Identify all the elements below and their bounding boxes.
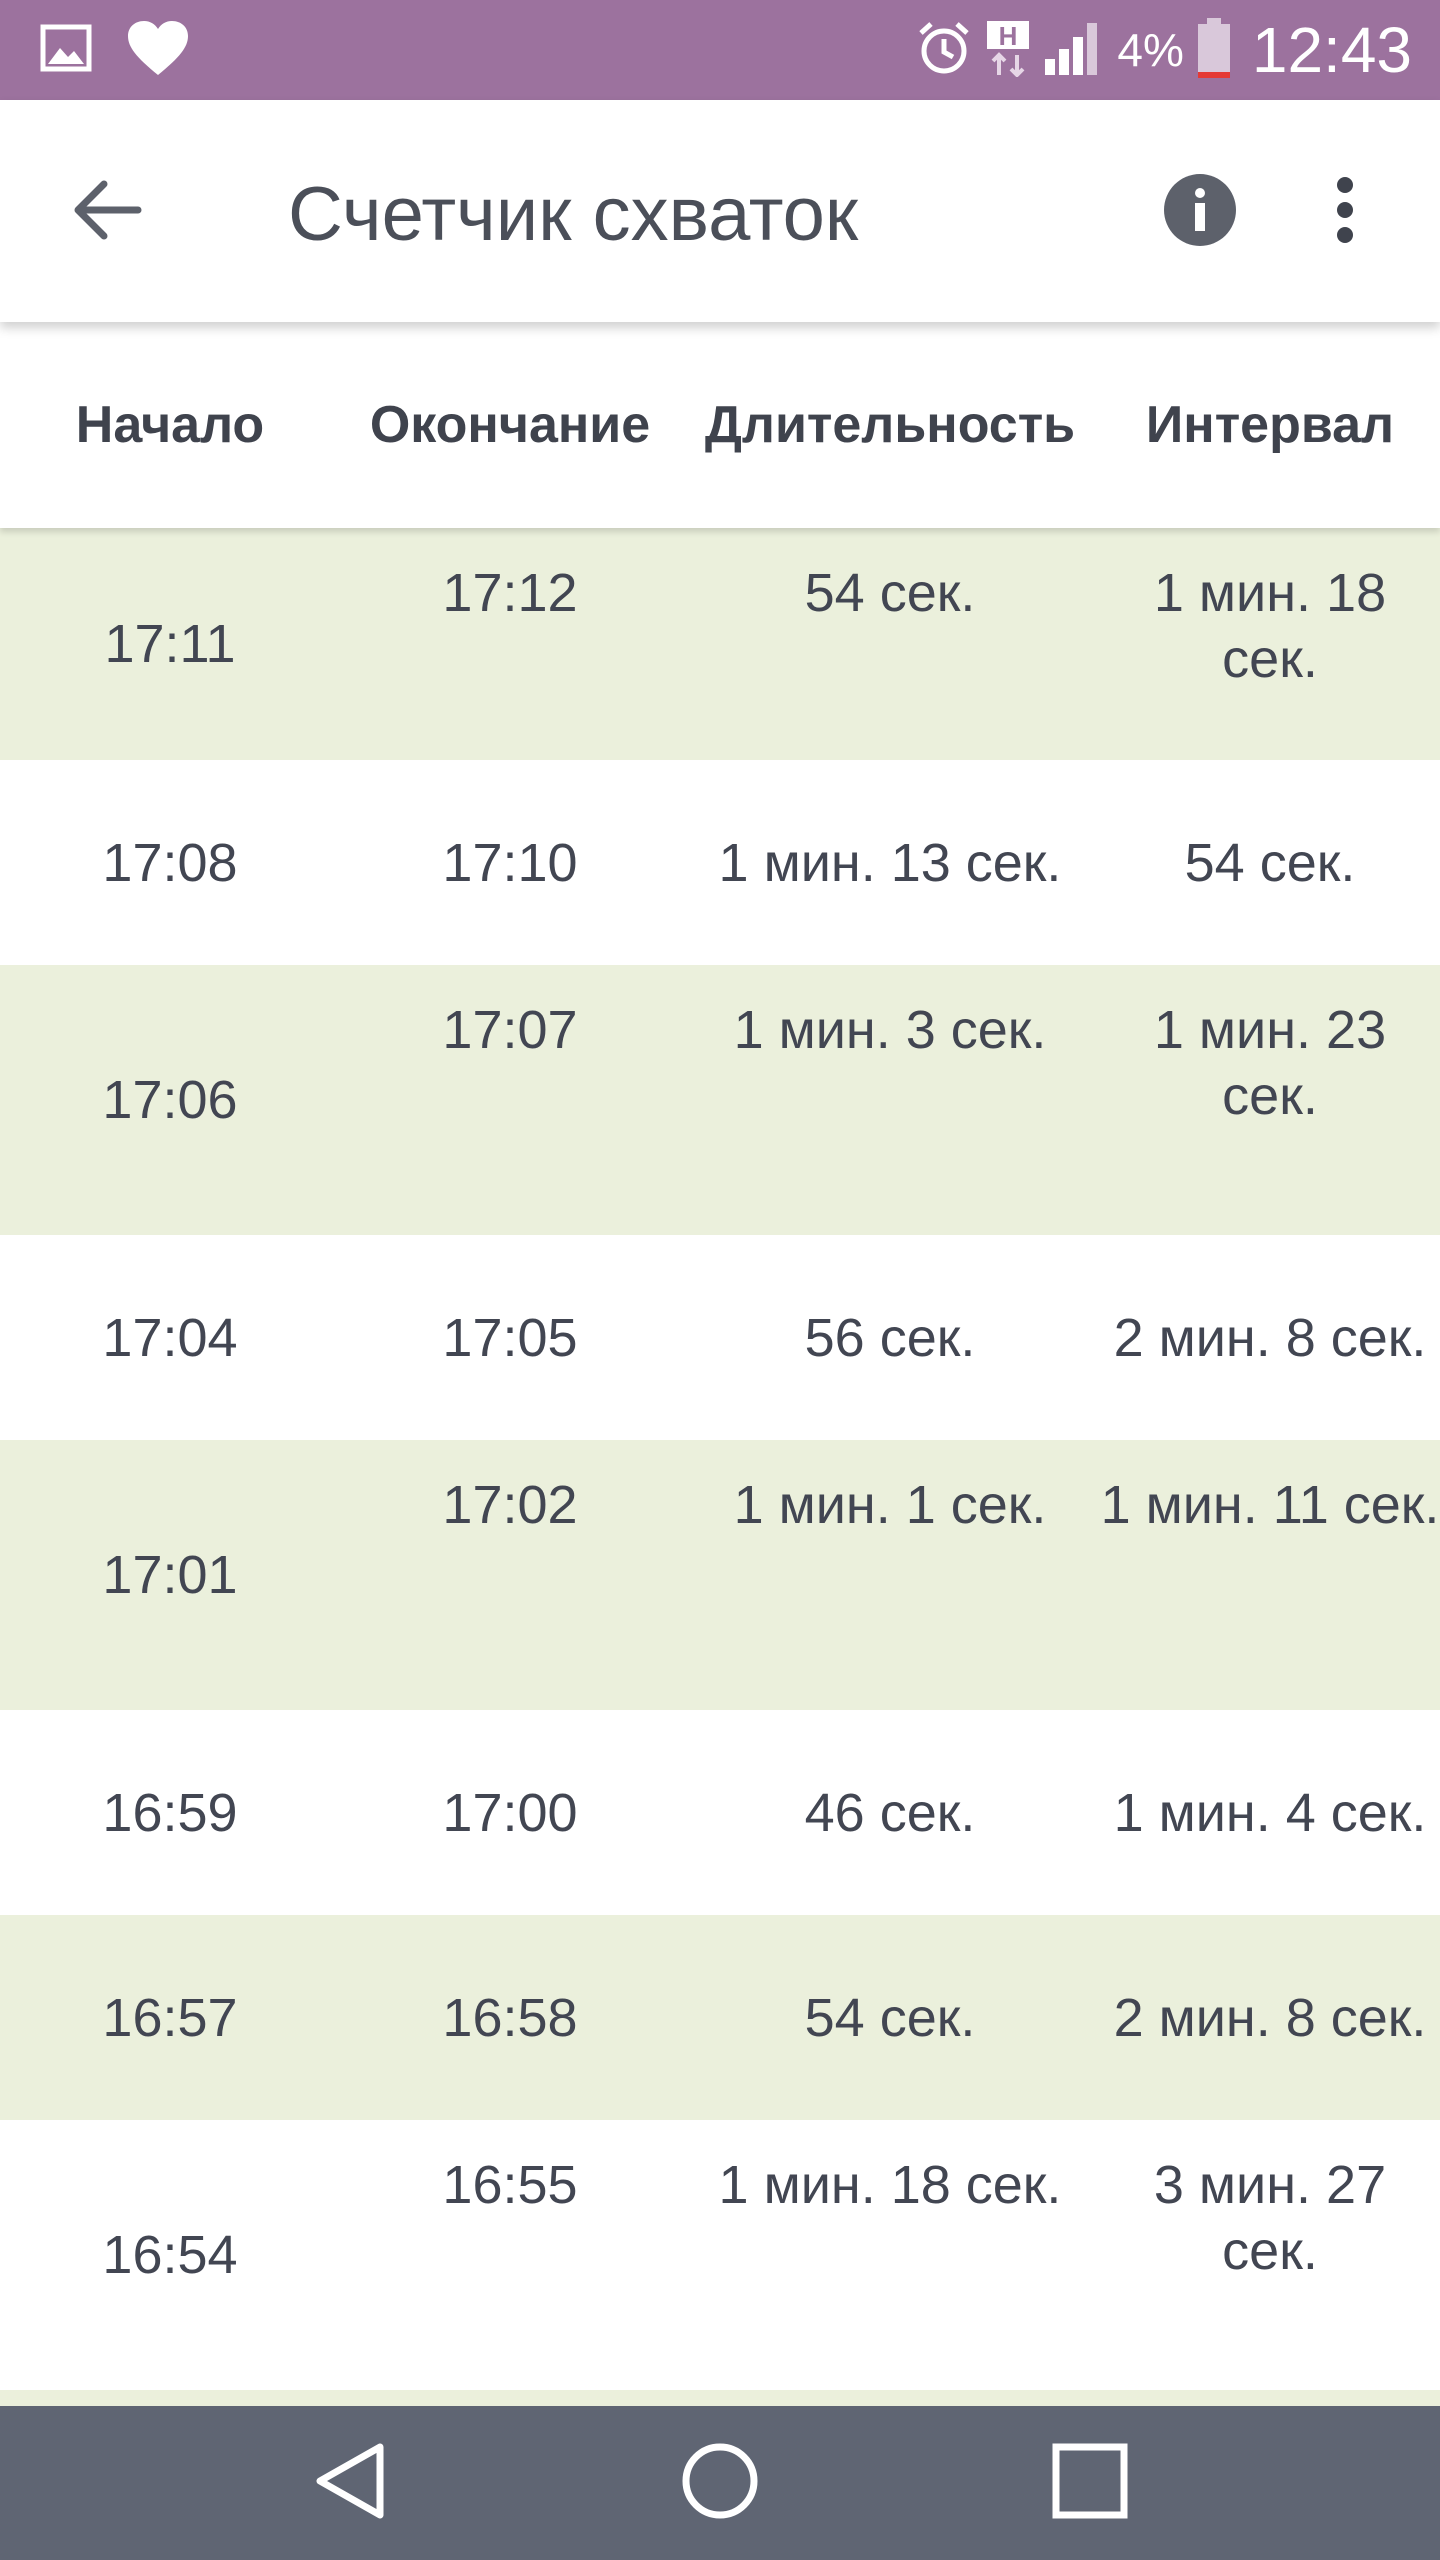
cell-interval: 1 мин. 4 сек. bbox=[1113, 1782, 1427, 1843]
system-navigation-bar bbox=[0, 2406, 1440, 2560]
cell-duration: 1 мин. 18 сек. bbox=[718, 2155, 1062, 2215]
column-header-end: Окончание bbox=[369, 396, 651, 454]
cell-end: 17:05 bbox=[442, 1307, 578, 1368]
cell-start: 17:06 bbox=[102, 1070, 238, 1130]
cell-duration: 1 мин. 1 сек. bbox=[733, 1475, 1047, 1535]
info-icon bbox=[1163, 173, 1237, 252]
cell-start: 17:01 bbox=[102, 1545, 238, 1605]
cell-duration: 46 сек. bbox=[804, 1782, 976, 1843]
table-row-partial bbox=[0, 2390, 1440, 2406]
signal-icon bbox=[1043, 19, 1105, 82]
h-network-icon: H bbox=[985, 19, 1031, 82]
cell-end: 17:12 bbox=[442, 563, 578, 623]
table-row[interactable]: 17:04 17:05 56 сек. 2 мин. 8 сек. bbox=[0, 1235, 1440, 1440]
cell-interval: 54 сек. bbox=[1184, 832, 1356, 893]
cell-end: 17:10 bbox=[442, 832, 578, 893]
cell-interval: 2 мин. 8 сек. bbox=[1113, 1987, 1427, 2048]
column-header-start: Начало bbox=[75, 396, 265, 454]
status-bar: H 4% 12:43 bbox=[0, 0, 1440, 100]
cell-interval: 1 мин. 23 сек. bbox=[1153, 1000, 1387, 1126]
table-row[interactable]: 16:57 16:58 54 сек. 2 мин. 8 сек. bbox=[0, 1915, 1440, 2120]
cell-duration: 56 сек. bbox=[804, 1307, 976, 1368]
alarm-icon bbox=[915, 19, 973, 82]
cell-end: 16:55 bbox=[442, 2155, 578, 2215]
cell-end: 17:02 bbox=[442, 1475, 578, 1535]
cell-start: 16:57 bbox=[102, 1987, 238, 2048]
cell-interval: 2 мин. 8 сек. bbox=[1113, 1307, 1427, 1368]
nav-home-button[interactable] bbox=[670, 2433, 770, 2533]
more-vert-icon bbox=[1335, 175, 1355, 250]
table-row[interactable]: 16:59 17:00 46 сек. 1 мин. 4 сек. bbox=[0, 1710, 1440, 1915]
more-options-button[interactable] bbox=[1300, 172, 1390, 252]
page-title: Счетчик схваток bbox=[288, 172, 859, 257]
column-header-duration: Длительность bbox=[704, 396, 1076, 454]
table-header: Начало Окончание Длительность Интервал bbox=[0, 322, 1440, 528]
home-circle-icon bbox=[680, 2441, 760, 2526]
cell-duration: 1 мин. 13 сек. bbox=[718, 832, 1062, 893]
cell-end: 17:00 bbox=[442, 1782, 578, 1843]
cell-start: 16:54 bbox=[102, 2225, 238, 2285]
recents-square-icon bbox=[1051, 2442, 1129, 2525]
back-triangle-icon bbox=[312, 2441, 388, 2526]
battery-percent: 4% bbox=[1117, 24, 1184, 76]
table-row[interactable]: 17:06 17:07 1 мин. 3 сек. 1 мин. 23 сек. bbox=[0, 965, 1440, 1235]
cell-interval: 1 мин. 11 сек. bbox=[1100, 1475, 1440, 1535]
info-button[interactable] bbox=[1160, 172, 1240, 252]
table-row[interactable]: 17:08 17:10 1 мин. 13 сек. 54 сек. bbox=[0, 760, 1440, 965]
cell-end: 17:07 bbox=[442, 1000, 578, 1060]
table-row[interactable]: 17:11 17:12 54 сек. 1 мин. 18 сек. bbox=[0, 528, 1440, 760]
back-arrow-icon bbox=[72, 178, 142, 247]
cell-start: 17:11 bbox=[104, 614, 236, 674]
cell-duration: 54 сек. bbox=[804, 563, 976, 623]
svg-text:H: H bbox=[999, 21, 1018, 51]
cell-start: 17:08 bbox=[102, 832, 238, 893]
battery-icon bbox=[1196, 16, 1232, 85]
heart-icon bbox=[126, 19, 190, 82]
back-button[interactable] bbox=[62, 167, 152, 257]
table-row[interactable]: 16:54 16:55 1 мин. 18 сек. 3 мин. 27 сек… bbox=[0, 2120, 1440, 2390]
nav-back-button[interactable] bbox=[300, 2433, 400, 2533]
gallery-icon bbox=[40, 24, 92, 77]
nav-recents-button[interactable] bbox=[1040, 2433, 1140, 2533]
app-bar: Счетчик схваток bbox=[0, 100, 1440, 322]
cell-start: 16:59 bbox=[102, 1782, 238, 1843]
status-time: 12:43 bbox=[1251, 14, 1412, 86]
cell-duration: 54 сек. bbox=[804, 1987, 976, 2048]
cell-end: 16:58 bbox=[442, 1987, 578, 2048]
status-right-icons: H 4% 12:43 bbox=[915, 14, 1412, 86]
column-header-interval: Интервал bbox=[1145, 396, 1395, 454]
status-left-icons bbox=[40, 18, 190, 82]
cell-interval: 1 мин. 18 сек. bbox=[1153, 563, 1387, 689]
cell-start: 17:04 bbox=[102, 1307, 238, 1368]
cell-interval: 3 мин. 27 сек. bbox=[1153, 2155, 1387, 2281]
table-row[interactable]: 17:01 17:02 1 мин. 1 сек. 1 мин. 11 сек. bbox=[0, 1440, 1440, 1710]
cell-duration: 1 мин. 3 сек. bbox=[733, 1000, 1047, 1060]
